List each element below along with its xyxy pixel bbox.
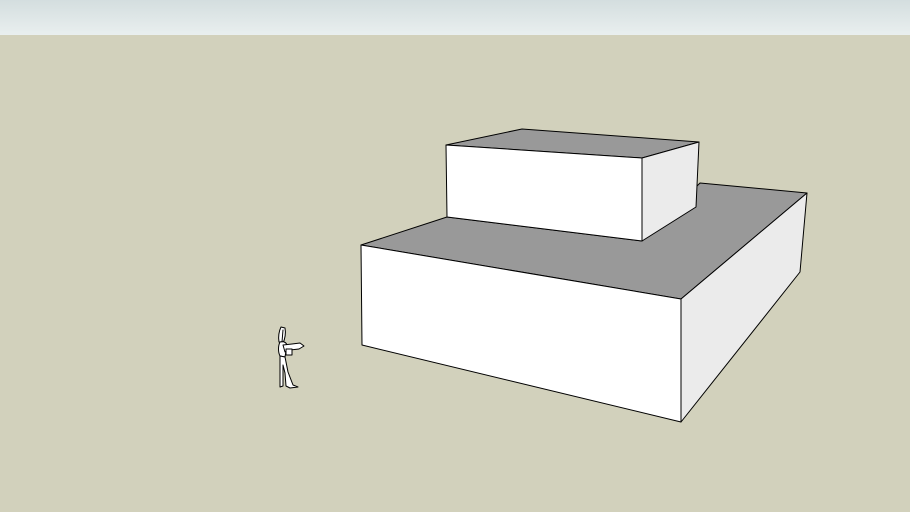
person-figure[interactable] <box>278 326 305 389</box>
sketchup-viewport[interactable] <box>0 0 910 512</box>
person-bag <box>285 348 293 356</box>
person-legs <box>279 355 299 389</box>
model-scene[interactable] <box>0 0 910 512</box>
